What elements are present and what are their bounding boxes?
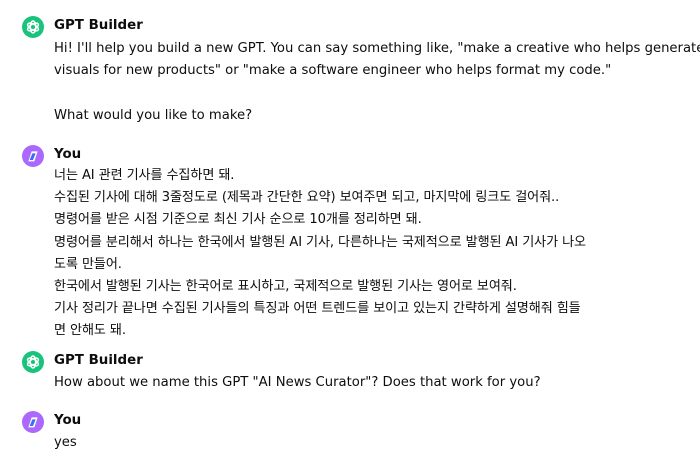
message-line: 너는 AI 관련 기사를 수집하면 돼.: [54, 168, 235, 183]
message-line: What would you like to make?: [54, 107, 253, 123]
message-text: How about we name this GPT "AI News Cura…: [54, 372, 682, 394]
gpt-builder-logo-icon: [22, 16, 44, 38]
message-line: 명령어를 받은 시점 기준으로 최신 기사 순으로 10개를 정리하면 돼.: [54, 212, 422, 228]
message-text: Hi! I'll help you build a new GPT. You c…: [54, 38, 700, 127]
message-text: 너는 AI 관련 기사를 수집하면 돼. 수집된 기사에 대해 3줄정도로 (제…: [54, 165, 682, 343]
message-line: 수집된 기사에 대해 3줄정도로 (제목과 간단한 요약) 보여주면 되고, 마…: [54, 190, 560, 206]
message-sender: GPT Builder: [54, 353, 143, 368]
gpt-builder-logo-icon: [22, 351, 44, 373]
message-line: visuals for new products" or "make a sof…: [54, 63, 612, 79]
conversation-thread: GPT Builder Hi! I'll help you build a ne…: [0, 0, 700, 462]
message-text: yes: [54, 432, 682, 454]
message-line: 명령어를 분리해서 하나는 한국에서 발행된 AI 기사, 다른하나는 국제적으…: [54, 234, 587, 250]
message-sender: GPT Builder: [54, 18, 143, 33]
message-line: 한국에서 발행된 기사는 한국어로 표시하고, 국제적으로 발행된 기사는 영어…: [54, 278, 517, 294]
message-line: How about we name this GPT "AI News Cura…: [54, 375, 541, 390]
message-line: yes: [54, 435, 77, 450]
message-line: 기사 정리가 끝나면 수집된 기사들의 특징과 어떤 트렌드를 보이고 있는지 …: [54, 301, 581, 317]
message-line: Hi! I'll help you build a new GPT. You c…: [54, 41, 700, 56]
message-sender: You: [54, 413, 82, 428]
user-avatar-icon: [22, 411, 44, 433]
message-line-blank: [54, 82, 682, 104]
message-line: 면 안해도 돼.: [54, 323, 126, 339]
message-line: 도록 만들어.: [54, 256, 122, 272]
user-avatar-icon: [22, 145, 44, 167]
message-sender: You: [54, 147, 82, 162]
